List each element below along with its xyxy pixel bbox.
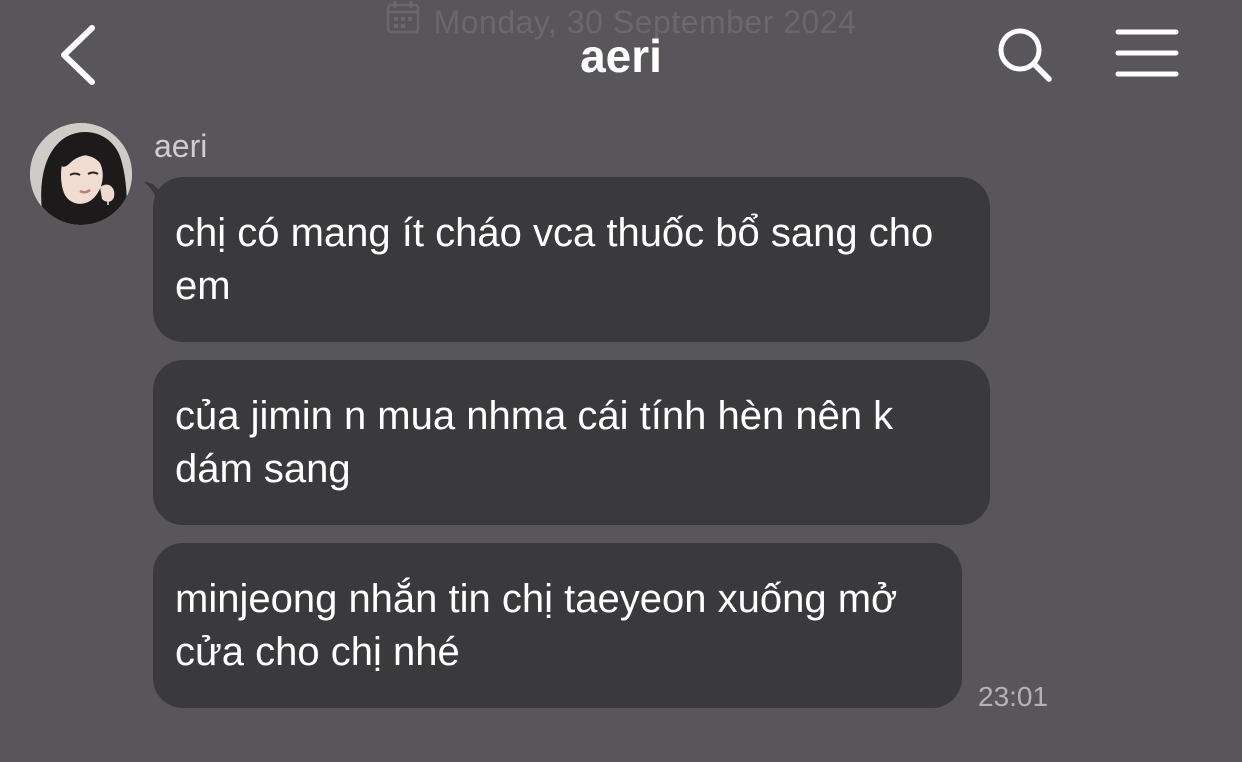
message-text: của jimin n mua nhma cái tính hèn nên k …: [175, 393, 894, 491]
search-button[interactable]: [994, 24, 1056, 86]
message-timestamp: 23:01: [978, 681, 1049, 712]
menu-button[interactable]: [1112, 26, 1182, 82]
search-icon: [998, 28, 1052, 82]
message-bubble[interactable]: chị có mang ít cháo vca thuốc bổ sang ch…: [153, 177, 990, 342]
avatar[interactable]: [30, 123, 132, 225]
message-text: chị có mang ít cháo vca thuốc bổ sang ch…: [175, 210, 934, 308]
hamburger-menu-icon: [1115, 29, 1179, 77]
profile-photo: [30, 123, 132, 225]
message-bubble[interactable]: minjeong nhắn tin chị taeyeon xuống mở c…: [153, 543, 962, 708]
sender-name: aeri: [154, 128, 208, 164]
back-button[interactable]: [56, 22, 106, 88]
message-text: minjeong nhắn tin chị taeyeon xuống mở c…: [175, 576, 898, 674]
message-bubble[interactable]: của jimin n mua nhma cái tính hèn nên k …: [153, 360, 990, 525]
chevron-left-icon: [61, 25, 95, 85]
chat-header: aeri: [0, 0, 1242, 110]
